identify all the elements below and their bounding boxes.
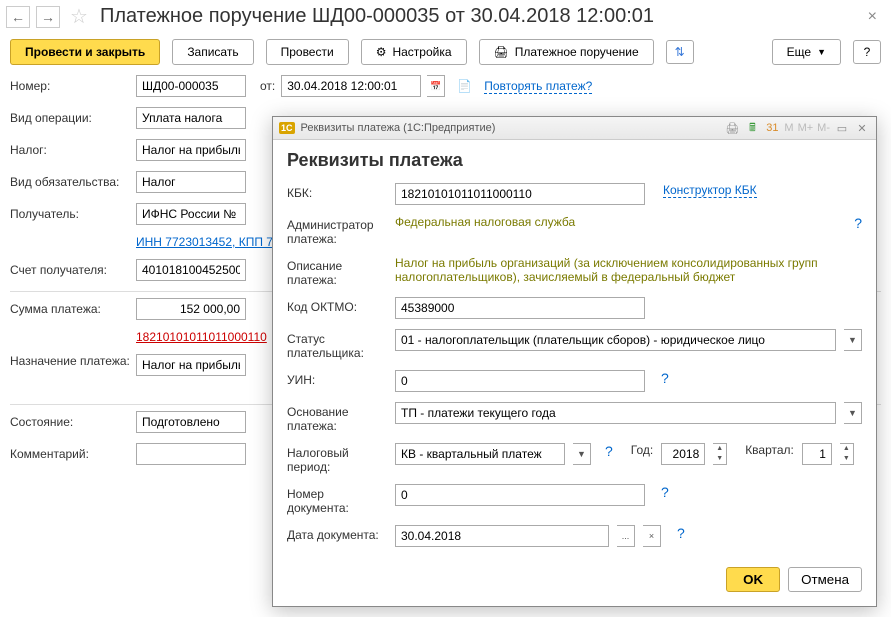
post-and-close-button[interactable]: Провести и закрыть bbox=[10, 39, 160, 65]
date-label: от: bbox=[260, 79, 275, 93]
settings-button[interactable]: ⚙ Настройка bbox=[361, 39, 467, 65]
close-icon[interactable]: × bbox=[860, 8, 885, 26]
number-input[interactable] bbox=[136, 75, 246, 97]
uin-label: УИН: bbox=[287, 370, 387, 387]
basis-dropdown-icon[interactable]: ▼ bbox=[844, 402, 862, 424]
uin-help-icon[interactable]: ? bbox=[661, 370, 669, 386]
quarter-input[interactable] bbox=[802, 443, 832, 465]
docdate-picker-icon[interactable]: ... bbox=[617, 525, 635, 547]
amount-input[interactable] bbox=[136, 298, 246, 320]
desc-value: Налог на прибыль организаций (за исключе… bbox=[395, 256, 862, 284]
basis-label: Основание платежа: bbox=[287, 402, 387, 433]
comment-input[interactable] bbox=[136, 443, 246, 465]
docnum-help-icon[interactable]: ? bbox=[661, 484, 669, 500]
more-button[interactable]: Еще ▼ bbox=[772, 39, 841, 65]
payment-details-dialog: 1C Реквизиты платежа (1С:Предприятие) 🖨 … bbox=[272, 116, 877, 607]
admin-help-icon[interactable]: ? bbox=[854, 215, 862, 231]
settings-label: Настройка bbox=[392, 45, 451, 59]
recipient-input[interactable] bbox=[136, 203, 246, 225]
minimize-icon[interactable]: ▭ bbox=[834, 120, 850, 136]
chevron-down-icon: ▼ bbox=[817, 47, 826, 57]
app-1c-icon: 1C bbox=[279, 122, 295, 134]
ok-button[interactable]: OK bbox=[726, 567, 780, 592]
quarter-label: Квартал: bbox=[745, 443, 794, 457]
state-input[interactable] bbox=[136, 411, 246, 433]
print-label: Платежное поручение bbox=[515, 45, 639, 59]
docdate-label: Дата документа: bbox=[287, 525, 387, 542]
more-label: Еще bbox=[787, 45, 811, 59]
m-button[interactable]: M bbox=[784, 122, 793, 134]
uin-input[interactable] bbox=[395, 370, 645, 392]
printer-icon: 🖨 bbox=[494, 45, 509, 59]
basis-input[interactable] bbox=[395, 402, 836, 424]
post-button[interactable]: Провести bbox=[266, 39, 349, 65]
admin-label: Администратор платежа: bbox=[287, 215, 387, 246]
recipient-label: Получатель: bbox=[10, 207, 130, 221]
docnum-label: Номер документа: bbox=[287, 484, 387, 515]
date-input[interactable] bbox=[281, 75, 421, 97]
dialog-close-icon[interactable]: ✕ bbox=[854, 120, 870, 136]
tax-period-input[interactable] bbox=[395, 443, 565, 465]
kbk-input[interactable] bbox=[395, 183, 645, 205]
kbk-label: КБК: bbox=[287, 183, 387, 200]
quarter-spinner[interactable]: ▲▼ bbox=[840, 443, 854, 465]
desc-label: Описание платежа: bbox=[287, 256, 387, 287]
obligation-label: Вид обязательства: bbox=[10, 175, 130, 189]
purpose-label: Назначение платежа: bbox=[10, 354, 130, 368]
comment-label: Комментарий: bbox=[10, 447, 130, 461]
account-input[interactable] bbox=[136, 259, 246, 281]
docdate-help-icon[interactable]: ? bbox=[677, 525, 685, 541]
year-spinner[interactable]: ▲▼ bbox=[713, 443, 727, 465]
memory-buttons: M M+ M- bbox=[784, 122, 830, 134]
document-icon[interactable]: 📄 bbox=[457, 79, 472, 93]
docnum-input[interactable] bbox=[395, 484, 645, 506]
kbk-link[interactable]: 18210101011011000110 bbox=[136, 330, 267, 344]
docdate-clear-icon[interactable]: × bbox=[643, 525, 661, 547]
gear-icon: ⚙ bbox=[376, 45, 387, 59]
account-label: Счет получателя: bbox=[10, 263, 130, 277]
amount-label: Сумма платежа: bbox=[10, 302, 130, 316]
operation-type-label: Вид операции: bbox=[10, 111, 130, 125]
payer-status-dropdown-icon[interactable]: ▼ bbox=[844, 329, 862, 351]
kbk-constructor-link[interactable]: Конструктор КБК bbox=[663, 183, 757, 198]
obligation-input[interactable] bbox=[136, 171, 246, 193]
payer-status-label: Статус плательщика: bbox=[287, 329, 387, 360]
m-plus-button[interactable]: M+ bbox=[798, 122, 814, 134]
print-icon[interactable]: 🖨 bbox=[724, 120, 740, 136]
help-button[interactable]: ? bbox=[853, 40, 881, 64]
cancel-button[interactable]: Отмена bbox=[788, 567, 862, 592]
dialog-window-title: Реквизиты платежа (1С:Предприятие) bbox=[301, 122, 496, 134]
m-minus-button[interactable]: M- bbox=[817, 122, 830, 134]
repeat-payment-link[interactable]: Повторять платеж? bbox=[484, 79, 592, 94]
docdate-input[interactable] bbox=[395, 525, 609, 547]
oktmo-input[interactable] bbox=[395, 297, 645, 319]
tax-input[interactable] bbox=[136, 139, 246, 161]
purpose-input[interactable] bbox=[136, 354, 246, 376]
dialog-heading: Реквизиты платежа bbox=[287, 150, 862, 171]
structure-button[interactable]: ⇅ bbox=[666, 40, 694, 64]
nav-back-button[interactable]: ← bbox=[6, 6, 30, 28]
oktmo-label: Код ОКТМО: bbox=[287, 297, 387, 314]
period-help-icon[interactable]: ? bbox=[605, 443, 613, 459]
admin-value: Федеральная налоговая служба bbox=[395, 215, 575, 229]
operation-type-input[interactable] bbox=[136, 107, 246, 129]
calendar-icon[interactable]: 📅 bbox=[427, 75, 445, 97]
number-label: Номер: bbox=[10, 79, 130, 93]
tax-label: Налог: bbox=[10, 143, 130, 157]
tax-period-dropdown-icon[interactable]: ▼ bbox=[573, 443, 591, 465]
print-payment-order-button[interactable]: 🖨 Платежное поручение bbox=[479, 39, 654, 65]
year-input[interactable] bbox=[661, 443, 705, 465]
tax-period-label: Налоговый период: bbox=[287, 443, 387, 474]
state-label: Состояние: bbox=[10, 415, 130, 429]
favorite-star-icon[interactable]: ☆ bbox=[70, 4, 88, 29]
calendar-tb-icon[interactable]: 31 bbox=[764, 120, 780, 136]
year-label: Год: bbox=[631, 443, 653, 457]
page-title: Платежное поручение ШД00-000035 от 30.04… bbox=[100, 5, 854, 28]
calculator-icon[interactable]: 🖩 bbox=[744, 120, 760, 136]
save-button[interactable]: Записать bbox=[172, 39, 253, 65]
nav-forward-button[interactable]: → bbox=[36, 6, 60, 28]
payer-status-input[interactable] bbox=[395, 329, 836, 351]
